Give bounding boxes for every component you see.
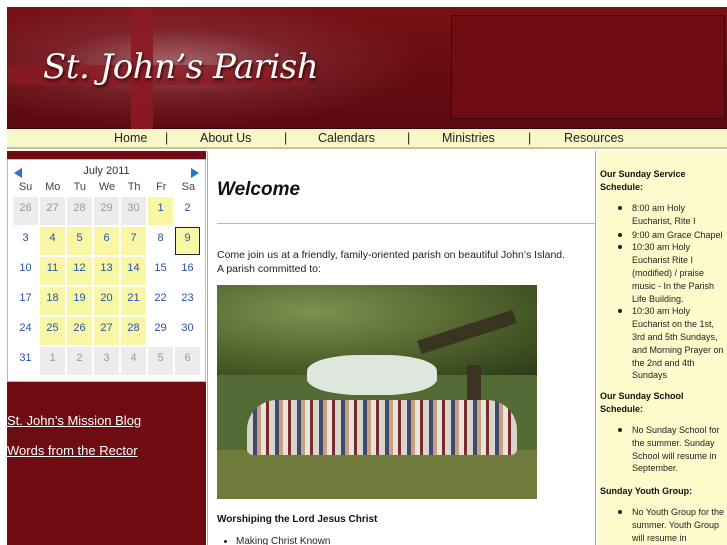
service-schedule-heading: Our Sunday Service Schedule: xyxy=(600,169,686,192)
calendar-day[interactable]: 6 xyxy=(93,226,120,256)
calendar-day[interactable]: 8 xyxy=(147,226,174,256)
calendar-weekday: Fr xyxy=(156,181,167,193)
calendar-day[interactable]: 13 xyxy=(93,256,120,286)
calendar-day[interactable]: 5 xyxy=(66,226,93,256)
site-header: St. John’s Parish xyxy=(7,7,727,129)
calendar-day[interactable]: 7 xyxy=(120,226,147,256)
calendar-day[interactable]: 16 xyxy=(174,256,201,286)
calendar-day[interactable]: 20 xyxy=(93,286,120,316)
list-item: No Youth Group for the summer. Youth Gro… xyxy=(611,506,727,544)
right-sidebar: Our Sunday Service Schedule: 8:00 am Hol… xyxy=(597,151,727,545)
list-item: 10:30 am Holy Eucharist on the 1st, 3rd … xyxy=(611,305,727,382)
calendar-day[interactable]: 18 xyxy=(39,286,66,316)
calendar-day[interactable]: 10 xyxy=(12,256,39,286)
sunday-school-heading: Our Sunday School Schedule: xyxy=(600,391,684,414)
youth-group-heading: Sunday Youth Group: xyxy=(600,486,693,496)
calendar-day[interactable]: 27 xyxy=(93,316,120,346)
site-title[interactable]: St. John’s Parish xyxy=(43,47,319,87)
calendar-weekday: Su xyxy=(18,181,33,193)
calendar-day[interactable]: 4 xyxy=(120,346,147,376)
calendar-weekday: We xyxy=(98,181,116,193)
list-item: 8:00 am Holy Eucharist, Rite I xyxy=(611,202,727,228)
nav-home[interactable]: Home xyxy=(114,131,147,145)
photo-sky xyxy=(307,355,437,395)
calendar-day[interactable]: 28 xyxy=(66,196,93,226)
photo-ground xyxy=(217,450,537,499)
nav-calendars[interactable]: Calendars xyxy=(318,131,375,145)
calendar-day[interactable]: 19 xyxy=(66,286,93,316)
calendar-day[interactable]: 12 xyxy=(66,256,93,286)
calendar-weekday: Th xyxy=(127,181,141,193)
calendar-day[interactable]: 11 xyxy=(39,256,66,286)
page: St. John’s Parish Home | About Us | Cale… xyxy=(0,0,727,545)
main-nav: Home | About Us | Calendars | Ministries… xyxy=(7,129,727,149)
divider xyxy=(217,223,595,224)
calendar-day[interactable]: 1 xyxy=(147,196,174,226)
calendar-day[interactable]: 29 xyxy=(93,196,120,226)
calendar-weekday: Mo xyxy=(45,181,61,193)
page-title: Welcome xyxy=(217,179,301,200)
calendar-day[interactable]: 22 xyxy=(147,286,174,316)
list-item: 9:00 am Grace Chapel xyxy=(611,229,727,242)
calendar-day[interactable]: 27 xyxy=(39,196,66,226)
worship-heading: Worshiping the Lord Jesus Christ xyxy=(217,514,378,525)
calendar-day[interactable]: 30 xyxy=(120,196,147,226)
calendar-weekday: Sa xyxy=(181,181,196,193)
list-item: No Sunday School for the summer. Sunday … xyxy=(611,424,727,475)
nav-separator: | xyxy=(407,131,411,145)
calendar-day[interactable]: 14 xyxy=(120,256,147,286)
calendar-day[interactable]: 5 xyxy=(147,346,174,376)
youth-group-list: No Youth Group for the summer. Youth Gro… xyxy=(611,506,727,544)
calendar-day[interactable]: 3 xyxy=(12,226,39,256)
calendar-day-today[interactable]: 9 xyxy=(174,226,201,256)
calendar-day[interactable]: 2 xyxy=(66,346,93,376)
calendar-day[interactable]: 31 xyxy=(12,346,39,376)
calendar-day[interactable]: 29 xyxy=(147,316,174,346)
list-item: 10:30 am Holy Eucharist Rite I (modified… xyxy=(611,241,727,305)
list-item: Making Christ Known xyxy=(236,536,330,545)
nav-separator: | xyxy=(165,131,169,145)
calendar-day[interactable]: 17 xyxy=(12,286,39,316)
nav-ministries[interactable]: Ministries xyxy=(442,131,495,145)
calendar-day[interactable]: 6 xyxy=(174,346,201,376)
mission-list: Making Christ Known xyxy=(236,536,330,545)
calendar-day[interactable]: 25 xyxy=(39,316,66,346)
mission-blog-link[interactable]: St. John’s Mission Blog xyxy=(7,413,141,428)
calendar-day[interactable]: 3 xyxy=(93,346,120,376)
calendar-day[interactable]: 15 xyxy=(147,256,174,286)
calendar-widget: July 2011 Su Mo Tu We Th Fr Sa 26 27 28 29 30 1 2 3 4 5… xyxy=(7,159,206,382)
parish-group-photo xyxy=(217,285,537,499)
calendar-day[interactable]: 26 xyxy=(66,316,93,346)
calendar-day[interactable]: 21 xyxy=(120,286,147,316)
calendar-day[interactable]: 24 xyxy=(12,316,39,346)
calendar-grid: 26 27 28 29 30 1 2 3 4 5 6 7 8 9 10 11 12 13 14 15 16 17 18 19 2… xyxy=(12,196,203,376)
nav-resources[interactable]: Resources xyxy=(564,131,624,145)
calendar-day[interactable]: 2 xyxy=(174,196,201,226)
nav-separator: | xyxy=(284,131,288,145)
calendar-day[interactable]: 30 xyxy=(174,316,201,346)
calendar-day[interactable]: 23 xyxy=(174,286,201,316)
main-content: Welcome Come join us at a friendly, fami… xyxy=(207,151,596,545)
calendar-header: July 2011 xyxy=(8,164,205,180)
calendar-month-title: July 2011 xyxy=(83,165,130,177)
calendar-day[interactable]: 4 xyxy=(39,226,66,256)
intro-text: A parish committed to: xyxy=(217,263,321,275)
sunday-school-list: No Sunday School for the summer. Sunday … xyxy=(611,424,727,475)
calendar-day[interactable]: 1 xyxy=(39,346,66,376)
header-banner-box xyxy=(451,15,725,119)
calendar-day[interactable]: 26 xyxy=(12,196,39,226)
photo-crowd xyxy=(247,400,517,455)
intro-text: Come join us at a friendly, family-orien… xyxy=(217,249,566,261)
calendar-day[interactable]: 28 xyxy=(120,316,147,346)
service-schedule-list: 8:00 am Holy Eucharist, Rite I 9:00 am G… xyxy=(611,202,727,382)
left-sidebar: July 2011 Su Mo Tu We Th Fr Sa 26 27 28 29 30 1 2 3 4 5… xyxy=(7,151,206,545)
calendar-weekday: Tu xyxy=(73,181,87,193)
nav-separator: | xyxy=(528,131,532,145)
arrow-right-icon[interactable] xyxy=(191,168,199,178)
nav-about-us[interactable]: About Us xyxy=(200,131,251,145)
calendar-weekdays: Su Mo Tu We Th Fr Sa xyxy=(12,181,202,193)
rector-link[interactable]: Words from the Rector xyxy=(7,443,138,458)
